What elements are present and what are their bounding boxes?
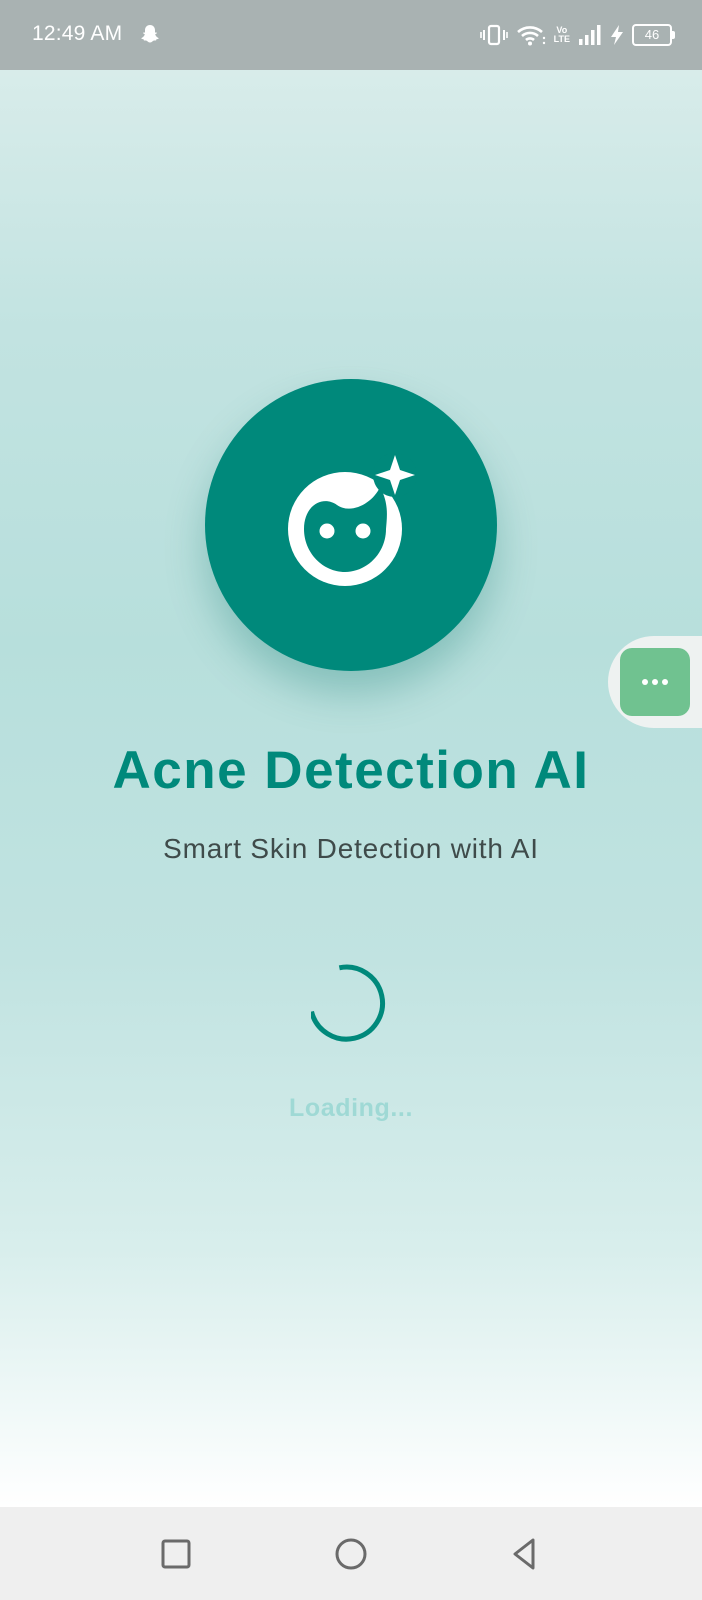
battery-icon: 46 [632,24,675,46]
more-horizontal-icon [642,679,668,685]
volte-icon: Vo LTE [553,25,570,44]
vibrate-icon [479,24,508,46]
face-retouching-icon [288,453,417,586]
app-title: Acne Detection AI [112,741,590,800]
app-subtitle: Smart Skin Detection with AI [163,833,539,864]
signal-icon [579,25,601,45]
floating-menu [608,636,702,728]
floating-more-button[interactable] [620,648,690,716]
home-button[interactable] [331,1534,371,1574]
status-time: 12:49 AM [32,22,123,45]
back-button[interactable] [505,1534,545,1574]
app-logo [205,379,497,671]
loading-spinner [311,964,386,1042]
wifi-icon [516,26,545,46]
loading-text: Loading... [288,1094,414,1122]
status-icons: Vo LTE 46 [479,20,675,50]
splash-screen: Acne Detection AI Smart Skin Detection w… [0,70,702,1507]
recents-button[interactable] [156,1534,196,1574]
navigation-bar [0,1507,702,1600]
charging-icon [611,25,623,45]
snapchat-icon [141,25,159,43]
status-bar: 12:49 AM Vo LTE 46 [0,0,702,70]
